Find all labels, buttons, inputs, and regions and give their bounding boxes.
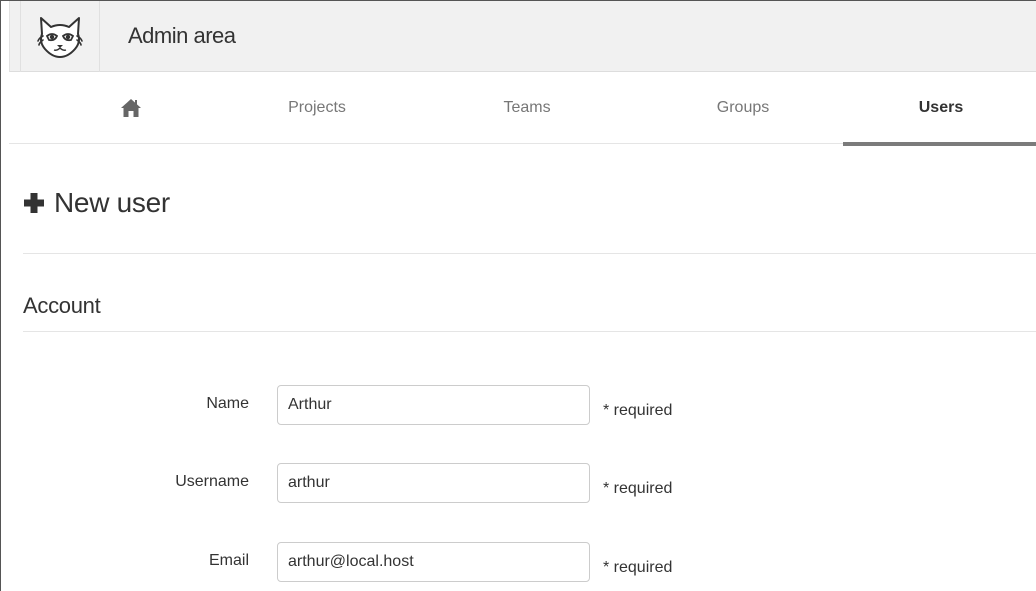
page-title-text: New user	[54, 187, 170, 218]
tab-teams[interactable]: Teams	[429, 72, 625, 144]
form-row-username: Username * required	[1, 463, 1036, 503]
username-label: Username	[175, 473, 249, 490]
section-title-account: Account	[23, 293, 101, 318]
app-title: Admin area	[128, 23, 236, 48]
admin-nav: Projects Teams Groups Users	[9, 72, 1036, 146]
required-hint: * required	[603, 559, 673, 576]
plus-icon	[24, 193, 44, 213]
username-input[interactable]	[277, 463, 590, 503]
form-row-name: Name * required	[1, 385, 1036, 425]
tab-users[interactable]: Users	[843, 72, 1036, 146]
email-input[interactable]	[277, 542, 590, 582]
app-window: Admin area Projects Teams Groups Users N…	[0, 0, 1036, 591]
tab-home[interactable]	[33, 72, 229, 144]
divider	[23, 331, 1036, 332]
required-hint: * required	[603, 480, 673, 497]
tab-projects[interactable]: Projects	[219, 72, 415, 144]
tab-groups[interactable]: Groups	[645, 72, 841, 144]
name-label: Name	[206, 395, 249, 412]
fox-logo-icon	[37, 16, 83, 58]
divider	[23, 253, 1036, 254]
logo-link[interactable]	[20, 1, 100, 72]
page-title: New user	[23, 187, 170, 219]
home-icon	[121, 99, 141, 117]
form-row-email: Email * required	[1, 542, 1036, 582]
name-input[interactable]	[277, 385, 590, 425]
email-label: Email	[208, 552, 249, 569]
required-hint: * required	[603, 402, 673, 419]
top-header: Admin area	[9, 1, 1036, 72]
